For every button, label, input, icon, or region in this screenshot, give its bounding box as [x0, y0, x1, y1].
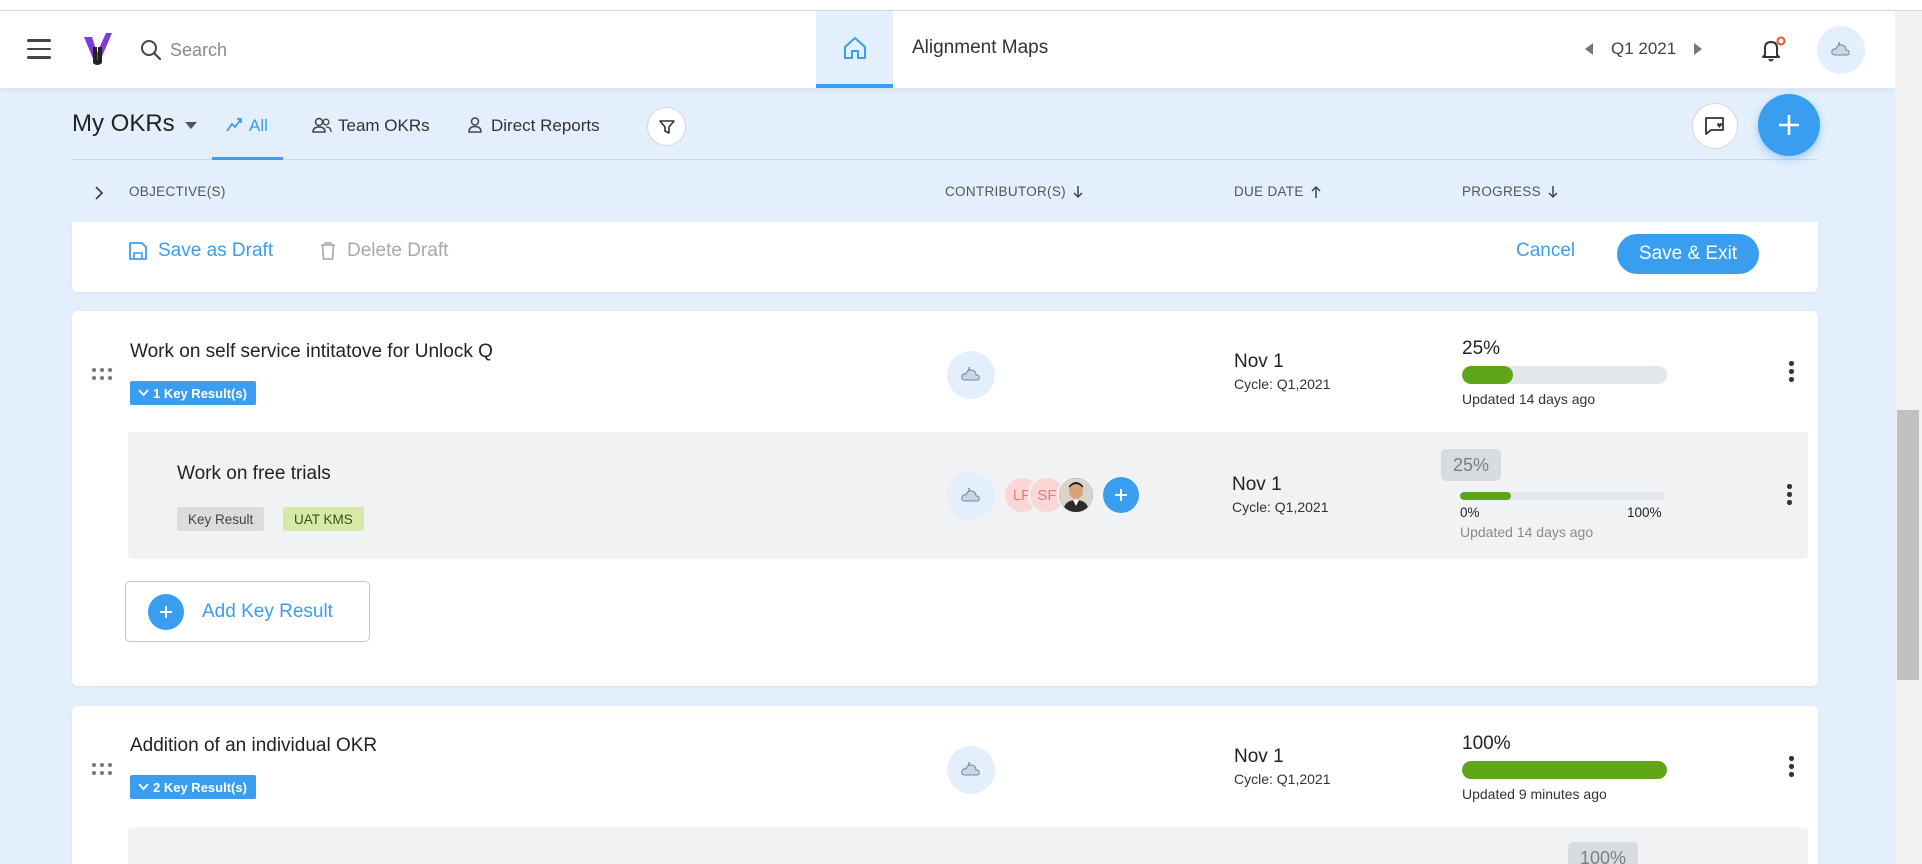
column-objectives: OBJECTIVE(S): [129, 184, 226, 199]
add-key-result-label: Add Key Result: [202, 600, 333, 622]
notification-bell-icon[interactable]: [1758, 36, 1786, 64]
more-options-icon[interactable]: [1787, 484, 1793, 506]
objective-title[interactable]: Addition of an individual OKR: [130, 735, 377, 757]
column-contributors[interactable]: CONTRIBUTOR(S): [945, 184, 1084, 199]
more-options-icon[interactable]: [1789, 756, 1795, 778]
objective-title[interactable]: Work on self service intitatove for Unlo…: [130, 341, 493, 363]
add-contributor-button[interactable]: [1103, 477, 1139, 513]
window-top-edge: [0, 0, 1922, 11]
drag-handle-icon[interactable]: [92, 763, 116, 777]
column-progress[interactable]: PROGRESS: [1462, 184, 1559, 199]
person-photo: [1059, 478, 1093, 512]
avatar-cloud-icon: [961, 762, 980, 776]
chevron-down-icon: [184, 122, 197, 129]
sort-down-icon: [1073, 185, 1083, 198]
progress-bar-fill: [1462, 761, 1667, 779]
filter-icon: [658, 119, 675, 134]
home-tab[interactable]: [816, 11, 893, 88]
tab-all[interactable]: All: [212, 114, 283, 160]
avatar-cloud-icon: [1831, 42, 1850, 56]
contributor-photo-avatar[interactable]: [1057, 476, 1095, 514]
key-results-toggle[interactable]: 2 Key Result(s): [130, 775, 256, 799]
cancel-button[interactable]: Cancel: [1516, 240, 1575, 262]
top-header: Alignment Maps Q1 2021: [0, 11, 1895, 88]
tab-team-okrs[interactable]: Team OKRs: [312, 114, 430, 160]
expand-all-chevron-icon[interactable]: [92, 184, 106, 202]
person-icon: [468, 117, 482, 133]
cycle-label: Cycle: Q1,2021: [1234, 771, 1331, 787]
key-result-card: Work on free trials Key Result UAT KMS L…: [128, 432, 1808, 559]
more-options-icon[interactable]: [1789, 361, 1795, 383]
drag-handle-icon[interactable]: [92, 368, 116, 382]
updated-text: Updated 9 minutes ago: [1462, 786, 1607, 802]
save-as-draft-button[interactable]: Save as Draft: [128, 240, 273, 262]
owner-avatar[interactable]: [947, 351, 995, 399]
progress-bar[interactable]: [1462, 761, 1667, 779]
avatar-cloud-icon: [961, 367, 980, 381]
user-avatar[interactable]: [1817, 26, 1865, 74]
chevron-down-icon: [138, 783, 149, 791]
feedback-button[interactable]: [1692, 103, 1738, 149]
progress-bubble[interactable]: 100%: [1568, 842, 1639, 864]
alignment-maps-link[interactable]: Alignment Maps: [912, 37, 1048, 59]
progress-bar[interactable]: [1462, 366, 1667, 384]
prev-cycle-icon[interactable]: [1585, 43, 1593, 55]
team-icon: [312, 117, 332, 133]
progress-percent: 100%: [1462, 733, 1511, 754]
key-results-toggle[interactable]: 1 Key Result(s): [130, 381, 256, 405]
plus-icon: [1779, 115, 1799, 135]
due-date[interactable]: Nov 1: [1232, 474, 1282, 496]
cycle-label: Cycle: Q1,2021: [1232, 499, 1329, 515]
key-result-card: 100%: [128, 827, 1808, 864]
progress-percent: 25%: [1462, 338, 1501, 359]
progress-max-label: 100%: [1627, 505, 1662, 520]
scrollbar-thumb[interactable]: [1897, 410, 1919, 680]
sort-down-icon: [1548, 185, 1558, 198]
due-date[interactable]: Nov 1: [1234, 746, 1284, 768]
next-cycle-icon[interactable]: [1694, 43, 1703, 55]
app-logo[interactable]: [80, 31, 114, 67]
tab-direct-reports[interactable]: Direct Reports: [467, 114, 600, 160]
save-icon: [129, 242, 147, 260]
avatar-cloud-icon: [961, 488, 980, 502]
home-icon: [843, 36, 866, 59]
search-icon: [141, 40, 162, 61]
plus-circle-icon: [148, 593, 184, 630]
updated-text: Updated 14 days ago: [1460, 524, 1594, 540]
search-input[interactable]: [170, 37, 670, 63]
my-okrs-dropdown[interactable]: My OKRs: [72, 110, 197, 138]
objective-card: Addition of an individual OKR 2 Key Resu…: [72, 706, 1818, 864]
progress-bar-fill: [1462, 366, 1514, 384]
hamburger-menu-icon[interactable]: [27, 39, 51, 59]
add-key-result-button[interactable]: Add Key Result: [125, 581, 370, 642]
filter-button[interactable]: [647, 107, 686, 146]
cycle-label: Cycle: Q1,2021: [1234, 376, 1331, 392]
my-okrs-title: My OKRs: [72, 110, 175, 137]
trend-icon: [226, 118, 242, 132]
due-date[interactable]: Nov 1: [1234, 351, 1284, 373]
owner-avatar[interactable]: [947, 746, 995, 794]
cycle-selector: Q1 2021: [1585, 39, 1703, 59]
save-and-exit-button[interactable]: Save & Exit: [1617, 234, 1759, 274]
progress-slider-fill: [1460, 492, 1511, 500]
progress-min-label: 0%: [1460, 505, 1480, 520]
okr-toolbar: My OKRs All Team OKRs Direct Reports: [72, 94, 1820, 160]
chevron-down-icon: [138, 389, 149, 397]
team-tag: UAT KMS: [283, 507, 364, 531]
sort-up-icon: [1311, 185, 1321, 198]
trash-icon: [321, 242, 335, 260]
progress-bubble[interactable]: 25%: [1441, 449, 1502, 481]
updated-text: Updated 14 days ago: [1462, 391, 1596, 407]
kr-owner-avatar[interactable]: [947, 472, 995, 520]
column-due-date[interactable]: DUE DATE: [1234, 184, 1322, 199]
create-okr-button[interactable]: [1758, 94, 1820, 156]
plus-icon: [1115, 489, 1127, 501]
kr-progress-slider[interactable]: [1460, 492, 1664, 500]
key-result-title[interactable]: Work on free trials: [177, 463, 331, 485]
key-result-tag: Key Result: [177, 507, 265, 531]
chat-heart-icon: [1705, 117, 1724, 135]
cycle-label[interactable]: Q1 2021: [1611, 39, 1676, 59]
draft-action-bar: Save as Draft Delete Draft Cancel Save &…: [72, 222, 1818, 292]
delete-draft-button[interactable]: Delete Draft: [319, 240, 448, 262]
